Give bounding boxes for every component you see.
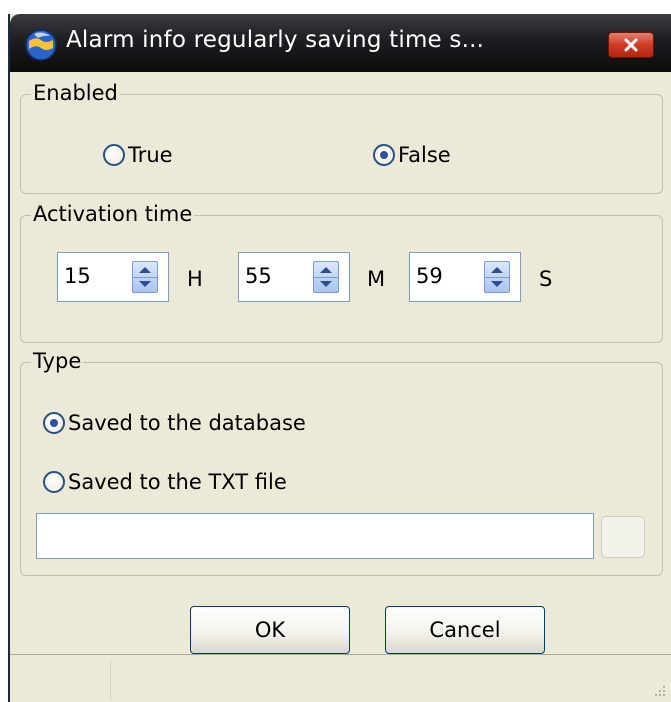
minutes-unit: M (367, 267, 386, 291)
minutes-spin-arrows[interactable] (313, 261, 339, 293)
minutes-spinner[interactable]: 55 (238, 252, 350, 302)
status-bar (10, 656, 671, 702)
activation-time-label: Activation time (31, 202, 195, 226)
spin-up-icon[interactable] (485, 262, 509, 278)
spin-up-icon[interactable] (133, 262, 157, 278)
enabled-true-radio[interactable]: True (103, 143, 173, 167)
dialog-window: Alarm info regularly saving time s... En… (8, 14, 671, 702)
status-pane (10, 660, 111, 700)
dialog-body: Enabled True False Activation time 15 H (10, 72, 671, 702)
saved-to-txt-radio[interactable]: Saved to the TXT file (43, 470, 287, 494)
radio-circle-icon (43, 471, 65, 493)
type-group-label: Type (31, 349, 84, 373)
radio-circle-icon (43, 412, 65, 434)
activation-time-group: Activation time 15 H 55 M 59 S (20, 202, 663, 343)
seconds-unit: S (539, 267, 553, 291)
hours-unit: H (187, 267, 203, 291)
seconds-spin-arrows[interactable] (484, 261, 510, 293)
spin-down-icon[interactable] (133, 277, 157, 292)
spin-down-icon[interactable] (485, 277, 509, 292)
seconds-value: 59 (416, 264, 443, 288)
hours-value: 15 (64, 264, 91, 288)
spin-up-icon[interactable] (314, 262, 338, 278)
spin-down-icon[interactable] (314, 277, 338, 292)
title-bar[interactable]: Alarm info regularly saving time s... (10, 14, 671, 72)
hours-spinner[interactable]: 15 (57, 252, 169, 302)
seconds-spinner[interactable]: 59 (409, 252, 521, 302)
enabled-true-label: True (128, 143, 173, 167)
browse-button[interactable] (601, 516, 645, 558)
resize-grip-icon[interactable] (651, 682, 667, 698)
app-globe-icon (25, 29, 57, 61)
saved-to-database-label: Saved to the database (68, 411, 306, 435)
saved-to-database-radio[interactable]: Saved to the database (43, 411, 306, 435)
enabled-false-radio[interactable]: False (373, 143, 451, 167)
radio-circle-icon (373, 144, 395, 166)
enabled-group-label: Enabled (31, 81, 120, 105)
enabled-false-label: False (398, 143, 451, 167)
enabled-group: Enabled True False (20, 81, 663, 194)
window-title: Alarm info regularly saving time s... (66, 27, 485, 53)
hours-spin-arrows[interactable] (132, 261, 158, 293)
close-button[interactable] (608, 32, 654, 58)
minutes-value: 55 (245, 264, 272, 288)
radio-circle-icon (103, 144, 125, 166)
txt-file-path-input[interactable] (36, 513, 594, 559)
saved-to-txt-label: Saved to the TXT file (68, 470, 287, 494)
cancel-button[interactable]: Cancel (385, 606, 545, 654)
close-icon (624, 38, 638, 52)
ok-button[interactable]: OK (190, 606, 350, 654)
